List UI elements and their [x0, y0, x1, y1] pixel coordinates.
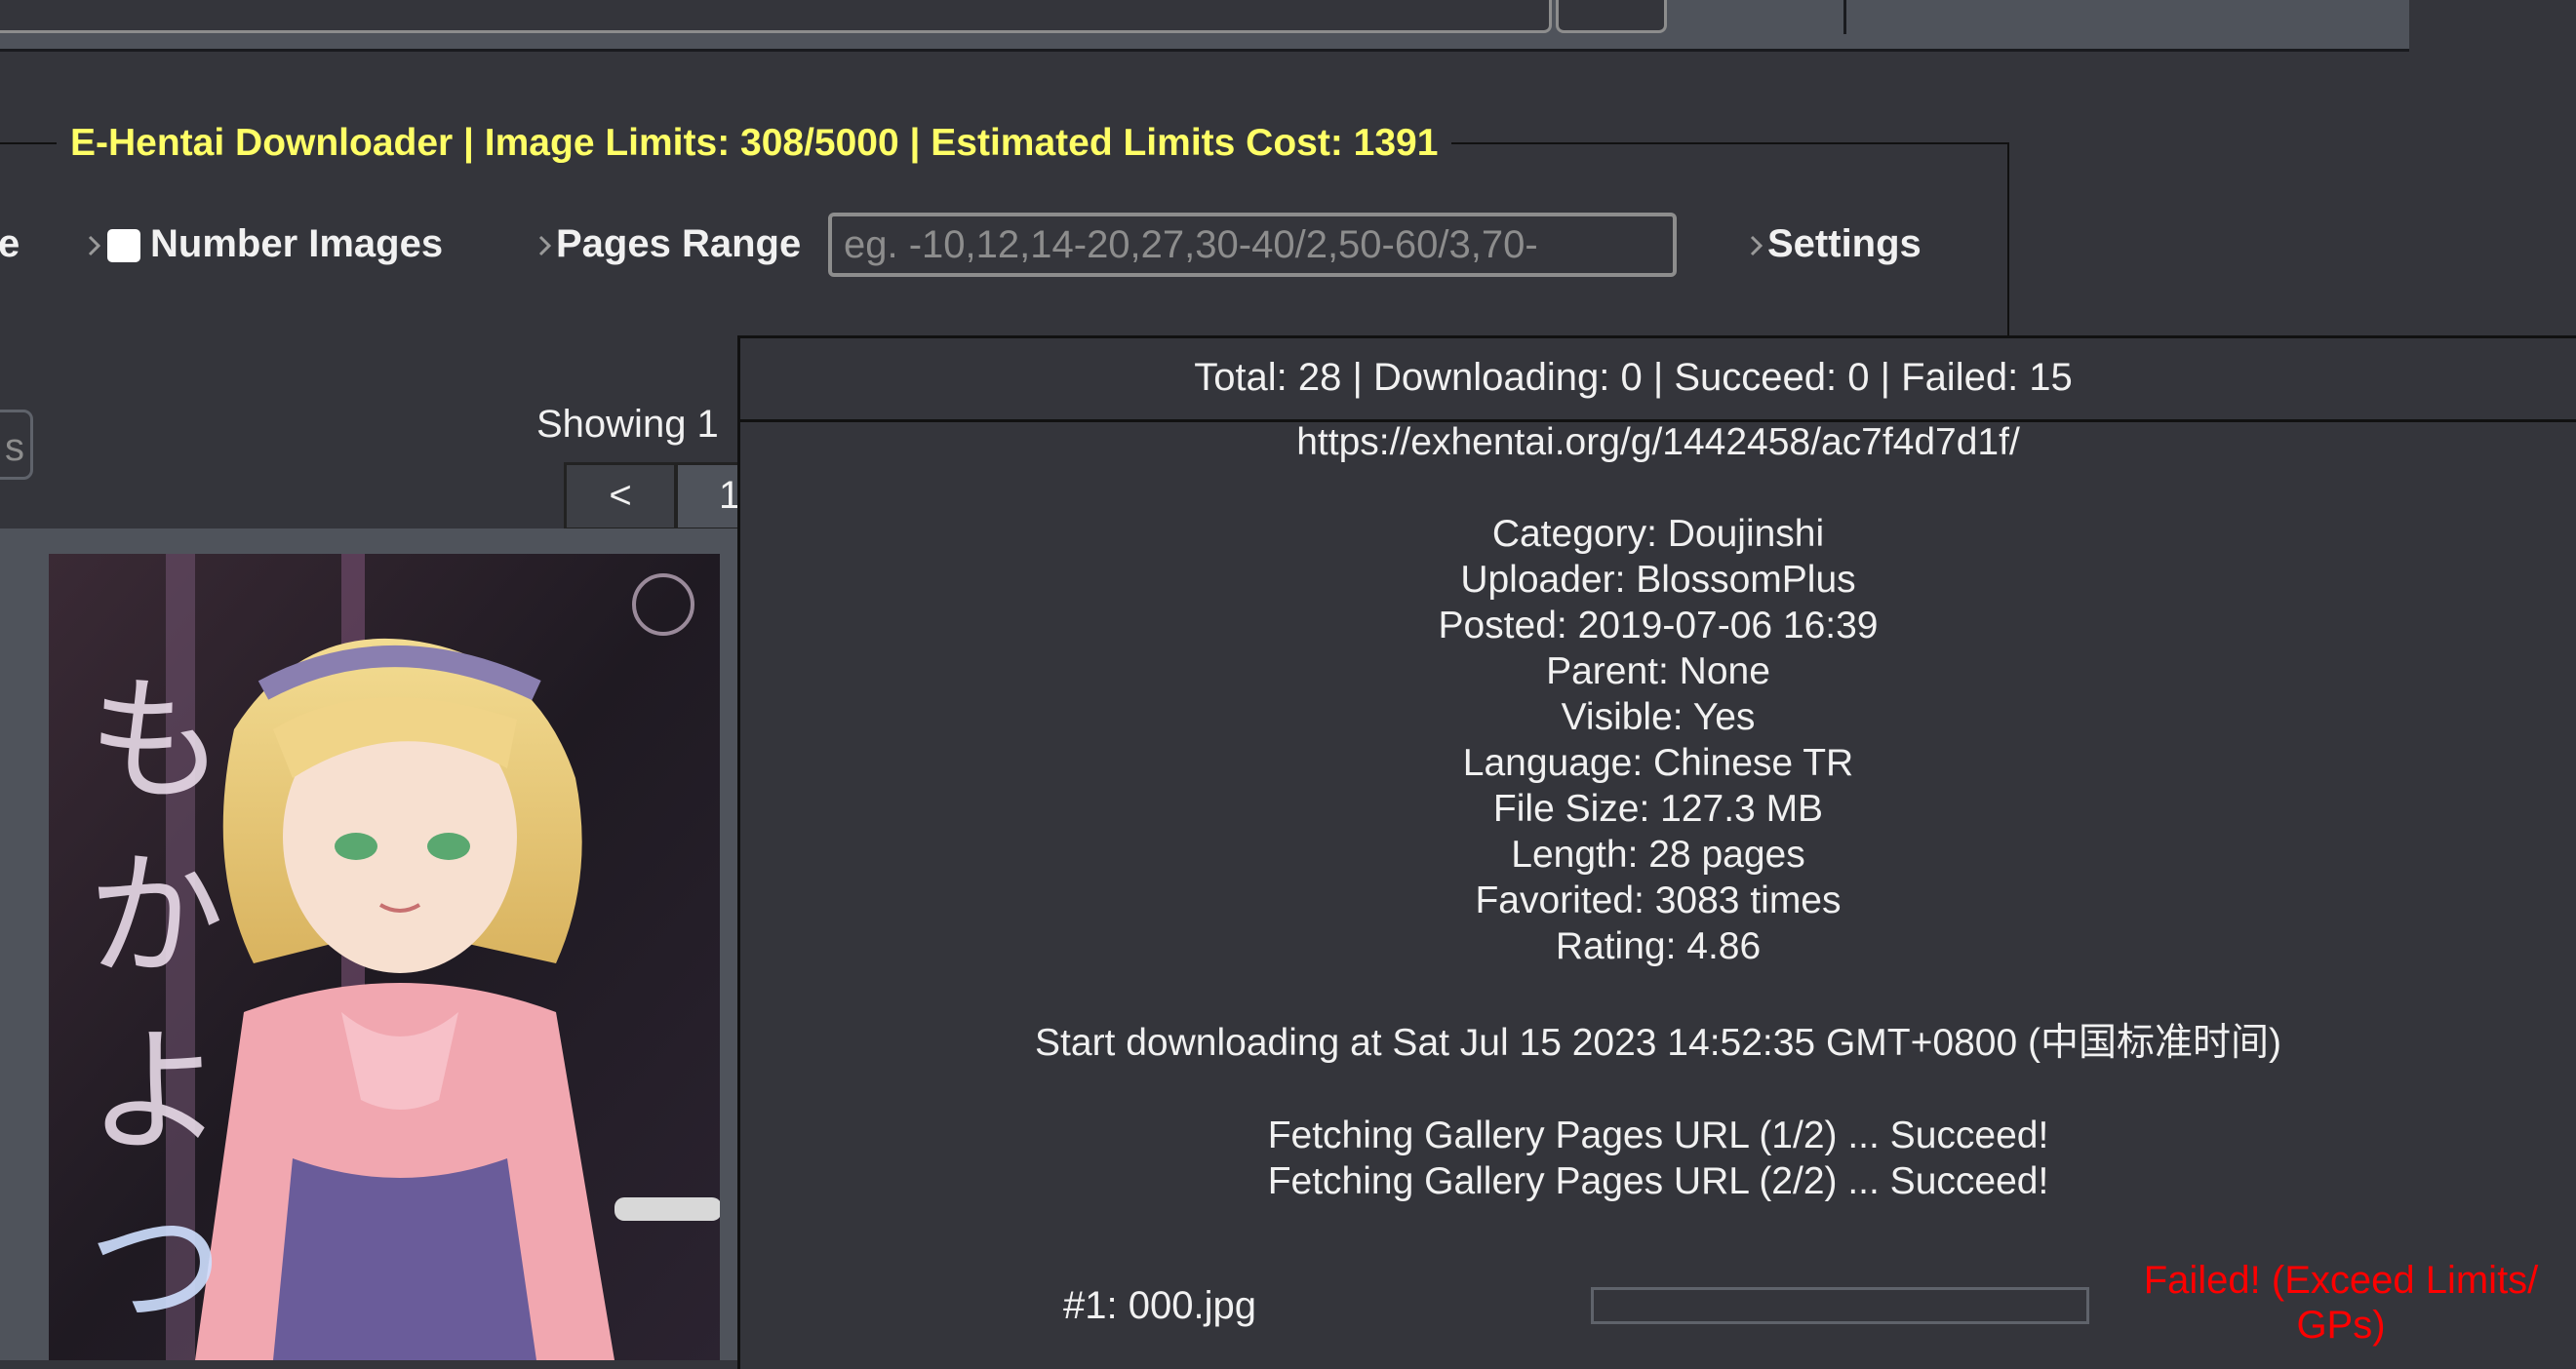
fetch-status-line: Fetching Gallery Pages URL (1/2) ... Suc…: [1267, 1115, 2049, 1156]
svg-text:よ: よ: [88, 1013, 224, 1172]
info-line: Length: 28 pages: [1511, 834, 1805, 876]
search-input[interactable]: [0, 0, 1552, 33]
gallery-url: https://exhentai.org/g/1442458/ac7f4d7d1…: [1296, 421, 2020, 463]
gallery-button-partial[interactable]: s: [0, 410, 33, 480]
gallery-thumbnail[interactable]: も か よ つ: [49, 554, 720, 1360]
svg-text:か: か: [88, 838, 224, 997]
downloader-title: E-Hentai Downloader | Image Limits: 308/…: [57, 117, 1452, 170]
thumbnail-illustration: も か よ つ: [49, 554, 720, 1360]
info-line: Category: Doujinshi: [1491, 513, 1825, 555]
chevron-right-icon: [1746, 229, 1767, 262]
info-line: Posted: 2019-07-06 16:39: [1438, 605, 1879, 646]
settings-option[interactable]: Settings: [1746, 218, 1922, 269]
gallery-info: https://exhentai.org/g/1442458/ac7f4d7d1…: [737, 419, 2576, 1204]
chevron-right-icon: [84, 229, 105, 262]
start-download-line: Start downloading at Sat Jul 15 2023 14:…: [1035, 1022, 2281, 1064]
top-search-bar: [0, 0, 2409, 52]
info-line: Rating: 4.86: [1555, 925, 1762, 967]
svg-text:も: も: [88, 662, 224, 821]
file-status-failed: Failed! (Exceed Limits/ GPs): [2143, 1259, 2539, 1347]
info-line: Parent: None: [1546, 650, 1770, 692]
settings-label: Settings: [1767, 222, 1922, 265]
file-item-name: #1: 000.jpg: [1063, 1284, 1256, 1327]
number-images-label: Number Images: [150, 222, 444, 265]
showing-text: Showing 1: [536, 403, 719, 446]
pages-range-option: Pages Range: [535, 218, 801, 269]
option-partial[interactable]: e: [0, 218, 20, 269]
search-button[interactable]: [1556, 0, 1667, 33]
info-line: Visible: Yes: [1561, 696, 1756, 738]
pages-range-label: Pages Range: [556, 222, 802, 265]
chevron-right-icon: [535, 229, 556, 262]
pager-prev-button[interactable]: <: [564, 462, 677, 530]
info-line: Language: Chinese TR: [1462, 742, 1854, 784]
divider: [1843, 0, 1846, 34]
number-images-option[interactable]: Number Images: [84, 218, 443, 269]
pages-range-input[interactable]: [828, 213, 1677, 277]
info-line: Favorited: 3083 times: [1475, 880, 1842, 921]
svg-text:つ: つ: [88, 1189, 224, 1348]
info-line: File Size: 127.3 MB: [1492, 788, 1824, 830]
number-images-checkbox[interactable]: [107, 229, 140, 263]
info-line: Uploader: BlossomPlus: [1460, 559, 1856, 601]
file-progress-bar: [1591, 1287, 2089, 1324]
progress-summary: Total: 28 | Downloading: 0 | Succeed: 0 …: [740, 338, 2576, 422]
fetch-status-line: Fetching Gallery Pages URL (2/2) ... Suc…: [1267, 1160, 2049, 1202]
